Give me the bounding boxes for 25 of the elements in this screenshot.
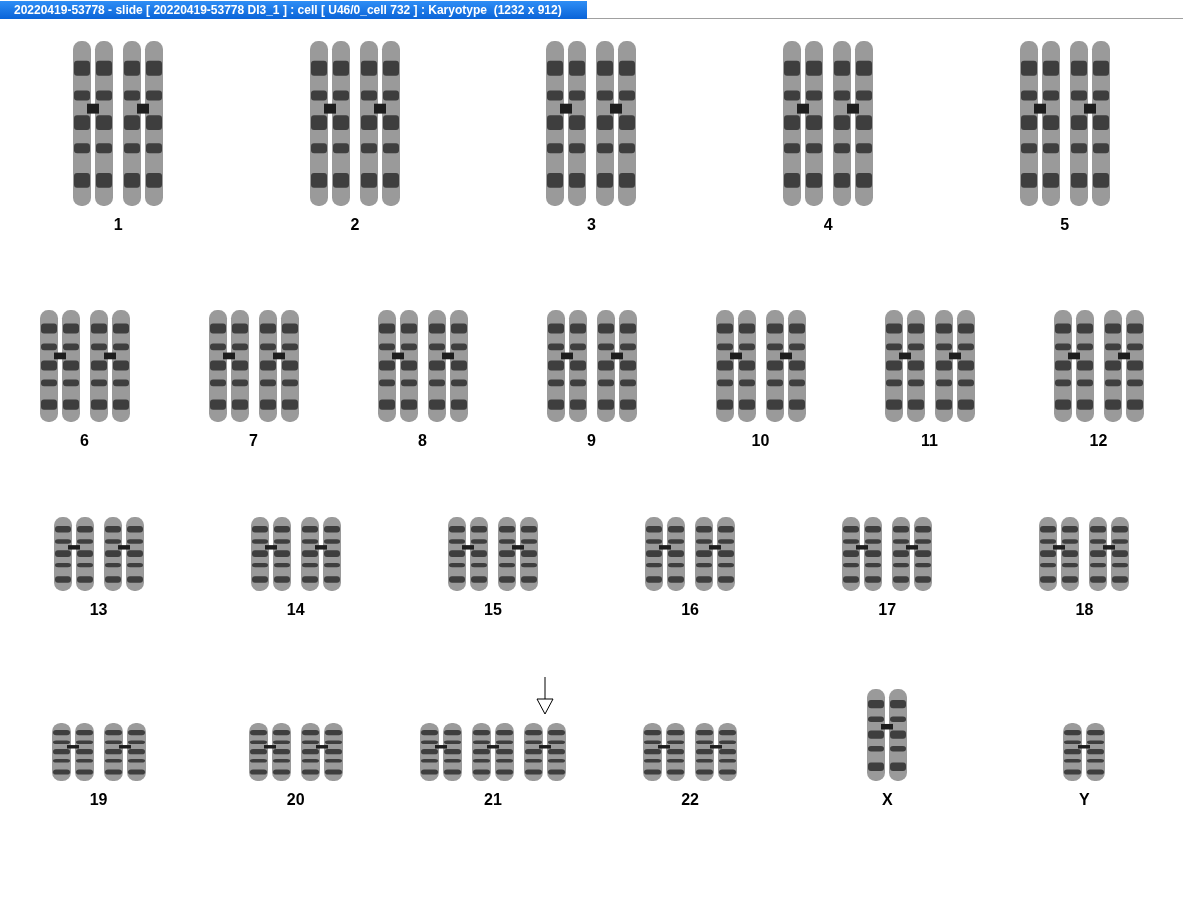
chromosome-label: Y <box>1079 791 1090 809</box>
chromosome-label: 20 <box>286 791 305 809</box>
chromosome-label: 13 <box>89 601 108 619</box>
chromosome-label: 19 <box>89 791 108 809</box>
window-title: 20220419-53778 - slide [ 20220419-53778 DI3_1 ] : cell [ U46/0_cell 732 ] : Karyotype (1232 x 912) <box>0 1 587 19</box>
chromosome-label: 15 <box>484 601 502 619</box>
chromosome-label: 18 <box>1075 601 1094 619</box>
chromosome-label: 5 <box>1060 216 1070 234</box>
chromosome-label: 1 <box>113 216 123 234</box>
chromosome-label: 16 <box>681 601 699 619</box>
chromosome-label: 10 <box>751 432 770 450</box>
chromosome-label: 21 <box>484 791 502 809</box>
chromosome-label: 11 <box>921 432 938 450</box>
chromosome-label: 3 <box>587 216 596 234</box>
chromosome-label: 14 <box>286 601 305 619</box>
chromosome-label: 8 <box>418 432 427 450</box>
chromosome-label: 12 <box>1089 432 1108 450</box>
chromosome-label: X <box>881 791 893 809</box>
chromosome-label: 7 <box>249 432 258 450</box>
chromosome-label: 6 <box>80 432 89 450</box>
chromosome-label: 9 <box>587 432 596 450</box>
chromosome-label: 17 <box>878 601 897 619</box>
chromosome-label: 2 <box>350 216 360 234</box>
chromosome-label: 22 <box>681 791 699 809</box>
chromosome-label: 4 <box>823 216 833 234</box>
